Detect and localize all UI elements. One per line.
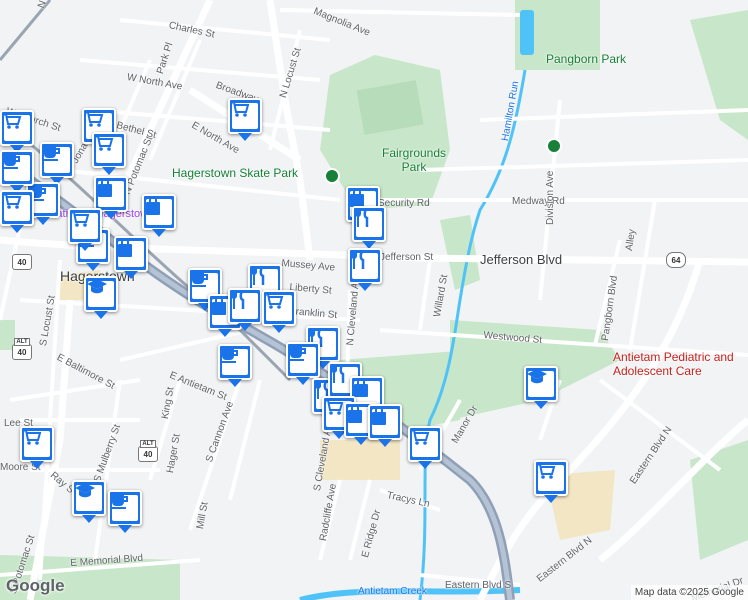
route-shield-alt40: ALT 40 bbox=[138, 440, 158, 462]
map-marker[interactable] bbox=[348, 248, 382, 291]
street-label-medway: Medway Rd bbox=[512, 196, 565, 207]
map-marker[interactable] bbox=[0, 110, 34, 153]
park-icon[interactable] bbox=[546, 138, 562, 154]
map-canvas[interactable]: Charles St Park Pl W North Ave E North A… bbox=[0, 0, 748, 600]
restaurant-icon bbox=[355, 208, 382, 237]
shopping-cart-icon bbox=[3, 193, 30, 221]
street-label-jefferson-blvd: Jefferson Blvd bbox=[480, 252, 563, 267]
route-shield-alt40: ALT 40 bbox=[12, 338, 32, 360]
map-marker[interactable] bbox=[352, 206, 386, 249]
map-marker[interactable] bbox=[92, 132, 126, 175]
map-marker[interactable] bbox=[228, 288, 262, 331]
map-marker[interactable] bbox=[0, 190, 34, 233]
shopping-cart-icon bbox=[3, 113, 30, 141]
cafe-icon bbox=[43, 147, 70, 173]
water-label-antietam-creek: Antietam Creek bbox=[358, 586, 427, 597]
map-marker[interactable] bbox=[0, 150, 34, 193]
shopping-cart-icon bbox=[411, 429, 438, 457]
cafe-icon bbox=[289, 347, 316, 373]
shield-number: 40 bbox=[17, 347, 27, 357]
cafe-icon bbox=[111, 495, 138, 521]
shopping-cart-icon bbox=[231, 101, 258, 129]
shopping-bag-icon bbox=[118, 238, 144, 267]
shopping-bag-icon bbox=[146, 196, 172, 225]
shopping-bag-icon bbox=[372, 406, 398, 435]
map-attribution[interactable]: Map data ©2025 Google bbox=[630, 585, 748, 600]
map-marker[interactable] bbox=[84, 276, 118, 319]
shopping-bag-icon bbox=[98, 178, 124, 207]
shopping-cart-icon bbox=[537, 463, 564, 491]
map-marker[interactable] bbox=[68, 208, 102, 251]
street-label-jefferson: Jefferson St bbox=[380, 252, 434, 263]
school-icon bbox=[527, 369, 554, 397]
map-marker[interactable] bbox=[408, 426, 442, 469]
map-marker[interactable] bbox=[94, 176, 128, 219]
place-label-fairgrounds-park[interactable]: Fairgrounds Park bbox=[374, 146, 454, 174]
route-shield-us40: 40 bbox=[12, 254, 32, 270]
street-label-division: Division Ave bbox=[545, 170, 556, 225]
map-marker[interactable] bbox=[262, 290, 296, 333]
google-logo: Google bbox=[6, 576, 65, 595]
place-label-skate-park[interactable]: Hagerstown Skate Park bbox=[172, 166, 298, 180]
map-marker[interactable] bbox=[20, 426, 54, 469]
map-marker[interactable] bbox=[114, 236, 148, 279]
shield-alt-tag: ALT bbox=[140, 440, 156, 448]
map-marker[interactable] bbox=[218, 344, 252, 387]
school-icon bbox=[87, 279, 114, 307]
map-marker[interactable] bbox=[534, 460, 568, 503]
shopping-cart-icon bbox=[95, 135, 122, 163]
restaurant-icon bbox=[231, 290, 258, 319]
cafe-icon bbox=[221, 349, 248, 375]
map-marker[interactable] bbox=[286, 342, 320, 385]
map-marker[interactable] bbox=[142, 194, 176, 237]
map-marker[interactable] bbox=[40, 142, 74, 185]
map-marker[interactable] bbox=[108, 490, 142, 533]
shield-number: 40 bbox=[143, 449, 153, 459]
place-label-pangborn-park[interactable]: Pangborn Park bbox=[546, 52, 626, 66]
map-marker[interactable] bbox=[368, 404, 402, 447]
shopping-cart-icon bbox=[23, 429, 50, 457]
shopping-cart-icon bbox=[71, 211, 98, 239]
street-label-eastern-s: Eastern Blvd S bbox=[445, 580, 512, 591]
school-icon bbox=[75, 483, 102, 511]
map-marker[interactable] bbox=[524, 366, 558, 409]
restaurant-icon bbox=[351, 250, 378, 279]
shield-alt-tag: ALT bbox=[14, 338, 30, 346]
route-shield-md64: 64 bbox=[666, 252, 686, 268]
shopping-cart-icon bbox=[265, 293, 292, 321]
park-icon[interactable] bbox=[324, 168, 340, 184]
place-label-antietam-pediatric[interactable]: Antietam Pediatric and Adolescent Care bbox=[613, 350, 748, 378]
cafe-icon bbox=[3, 155, 30, 181]
map-marker[interactable] bbox=[228, 98, 262, 141]
map-marker[interactable] bbox=[72, 480, 106, 523]
